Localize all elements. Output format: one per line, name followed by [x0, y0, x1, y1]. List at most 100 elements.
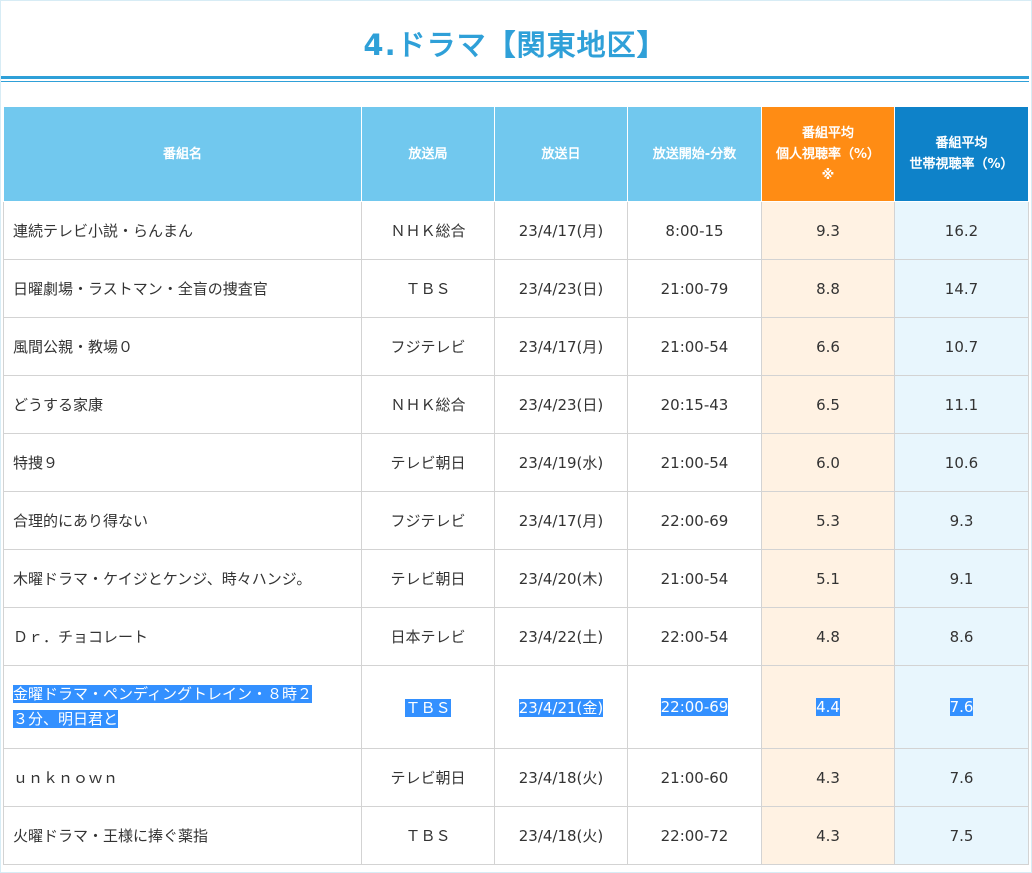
cell-station: ＴＢＳ: [361, 806, 495, 865]
cell-date: 23/4/17(月): [494, 491, 628, 550]
table-row: 火曜ドラマ・王様に捧ぐ薬指 ＴＢＳ 23/4/18(火) 22:00-72 4.…: [3, 806, 1029, 865]
cell-date: 23/4/18(火): [494, 748, 628, 807]
cell-household-rating: 11.1: [894, 375, 1029, 434]
cell-program-name: 特捜９: [3, 433, 362, 492]
cell-date: 23/4/20(木): [494, 549, 628, 608]
header-station: 放送局: [361, 106, 495, 202]
cell-station: テレビ朝日: [361, 433, 495, 492]
cell-station: ＴＢＳ: [361, 259, 495, 318]
cell-start: 8:00-15: [627, 201, 762, 260]
cell-personal-rating: 4.3: [761, 748, 895, 807]
page-title: 4.ドラマ【関東地区】: [363, 28, 667, 62]
cell-station: 日本テレビ: [361, 607, 495, 666]
selected-text: 23/4/21(金): [518, 698, 604, 717]
cell-household-rating: 8.6: [894, 607, 1029, 666]
header-date: 放送日: [494, 106, 628, 202]
selected-text: 4.4: [816, 698, 840, 716]
ratings-table: 番組名 放送局 放送日 放送開始-分数 番組平均 個人視聴率（%） ※ 番組平均…: [3, 106, 1029, 865]
cell-start: 22:00-72: [627, 806, 762, 865]
cell-program-name: ｕｎｋｎｏｗｎ: [3, 748, 362, 807]
cell-station: フジテレビ: [361, 317, 495, 376]
cell-personal-rating: 8.8: [761, 259, 895, 318]
cell-program-name: 風間公親・教場０: [3, 317, 362, 376]
cell-personal-rating: 6.0: [761, 433, 895, 492]
cell-household-rating: 10.7: [894, 317, 1029, 376]
header-personal-rating: 番組平均 個人視聴率（%） ※: [761, 106, 895, 202]
table-row: ｕｎｋｎｏｗｎ テレビ朝日 23/4/18(火) 21:00-60 4.3 7.…: [3, 748, 1029, 807]
cell-start: 21:00-79: [627, 259, 762, 318]
cell-start: 20:15-43: [627, 375, 762, 434]
cell-start: 21:00-54: [627, 549, 762, 608]
table-row: 連続テレビ小説・らんまん ＮＨＫ総合 23/4/17(月) 8:00-15 9.…: [3, 201, 1029, 260]
table-row: 日曜劇場・ラストマン・全盲の捜査官 ＴＢＳ 23/4/23(日) 21:00-7…: [3, 259, 1029, 318]
table-row: Ｄｒ．チョコレート 日本テレビ 23/4/22(土) 22:00-54 4.8 …: [3, 607, 1029, 666]
cell-household-rating: 7.6: [894, 665, 1029, 749]
cell-start: 22:00-69: [627, 665, 762, 749]
cell-date: 23/4/18(火): [494, 806, 628, 865]
header-program-name: 番組名: [3, 106, 362, 202]
cell-date: 23/4/17(月): [494, 317, 628, 376]
table-row: 木曜ドラマ・ケイジとケンジ、時々ハンジ。 テレビ朝日 23/4/20(木) 21…: [3, 549, 1029, 608]
selected-text-line2: ３分、明日君と: [13, 710, 119, 728]
cell-personal-rating: 9.3: [761, 201, 895, 260]
selected-text-line1: 金曜ドラマ・ペンディングトレイン・８時２: [13, 685, 312, 703]
table-row-selected: 金曜ドラマ・ペンディングトレイン・８時２ ３分、明日君と ＴＢＳ 23/4/21…: [3, 665, 1029, 749]
table-row: 風間公親・教場０ フジテレビ 23/4/17(月) 21:00-54 6.6 1…: [3, 317, 1029, 376]
header-household-line2: 世帯視聴率（%）: [909, 157, 1014, 172]
cell-personal-rating: 6.5: [761, 375, 895, 434]
cell-personal-rating: 4.3: [761, 806, 895, 865]
header-personal-line1: 番組平均: [801, 125, 854, 141]
cell-household-rating: 9.1: [894, 549, 1029, 608]
cell-program-name: Ｄｒ．チョコレート: [3, 607, 362, 666]
cell-household-rating: 9.3: [894, 491, 1029, 550]
cell-program-name: 日曜劇場・ラストマン・全盲の捜査官: [3, 259, 362, 318]
table-row: 合理的にあり得ない フジテレビ 23/4/17(月) 22:00-69 5.3 …: [3, 491, 1029, 550]
cell-household-rating: 14.7: [894, 259, 1029, 318]
cell-station: ＴＢＳ: [361, 665, 495, 749]
cell-household-rating: 16.2: [894, 201, 1029, 260]
cell-station: ＮＨＫ総合: [361, 201, 495, 260]
cell-household-rating: 7.6: [894, 748, 1029, 807]
cell-start: 21:00-54: [627, 317, 762, 376]
cell-date: 23/4/23(日): [494, 259, 628, 318]
header-personal-note: ※: [821, 167, 835, 183]
cell-date: 23/4/19(水): [494, 433, 628, 492]
cell-station: テレビ朝日: [361, 549, 495, 608]
header-household-rating: 番組平均 世帯視聴率（%）: [894, 106, 1029, 202]
cell-program-name: 木曜ドラマ・ケイジとケンジ、時々ハンジ。: [3, 549, 362, 608]
cell-station: ＮＨＫ総合: [361, 375, 495, 434]
title-underline: [1, 76, 1029, 79]
header-household-line1: 番組平均: [935, 136, 988, 151]
cell-program-name: どうする家康: [3, 375, 362, 434]
cell-date: 23/4/17(月): [494, 201, 628, 260]
cell-start: 22:00-54: [627, 607, 762, 666]
cell-program-name: 連続テレビ小説・らんまん: [3, 201, 362, 260]
cell-program-name: 合理的にあり得ない: [3, 491, 362, 550]
cell-personal-rating: 6.6: [761, 317, 895, 376]
cell-personal-rating: 4.4: [761, 665, 895, 749]
selected-text: ＴＢＳ: [405, 698, 451, 717]
title-bar: 4.ドラマ【関東地区】: [1, 0, 1029, 84]
cell-personal-rating: 4.8: [761, 607, 895, 666]
cell-station: フジテレビ: [361, 491, 495, 550]
selected-text: 7.6: [949, 698, 974, 716]
cell-household-rating: 7.5: [894, 806, 1029, 865]
cell-personal-rating: 5.3: [761, 491, 895, 550]
cell-date: 23/4/23(日): [494, 375, 628, 434]
cell-date: 23/4/22(土): [494, 607, 628, 666]
cell-program-name: 火曜ドラマ・王様に捧ぐ薬指: [3, 806, 362, 865]
cell-start: 21:00-60: [627, 748, 762, 807]
cell-station: テレビ朝日: [361, 748, 495, 807]
cell-start: 22:00-69: [627, 491, 762, 550]
table-row: どうする家康 ＮＨＫ総合 23/4/23(日) 20:15-43 6.5 11.…: [3, 375, 1029, 434]
table-header-row: 番組名 放送局 放送日 放送開始-分数 番組平均 個人視聴率（%） ※ 番組平均…: [3, 106, 1029, 202]
cell-date: 23/4/21(金): [494, 665, 628, 749]
header-start-duration: 放送開始-分数: [627, 106, 762, 202]
title-underline-thin: [1, 81, 1029, 82]
table-row: 特捜９ テレビ朝日 23/4/19(水) 21:00-54 6.0 10.6: [3, 433, 1029, 492]
cell-personal-rating: 5.1: [761, 549, 895, 608]
selected-text: 22:00-69: [660, 698, 729, 716]
header-personal-line2: 個人視聴率（%）: [775, 146, 881, 162]
cell-program-name: 金曜ドラマ・ペンディングトレイン・８時２ ３分、明日君と: [3, 665, 362, 749]
cell-household-rating: 10.6: [894, 433, 1029, 492]
